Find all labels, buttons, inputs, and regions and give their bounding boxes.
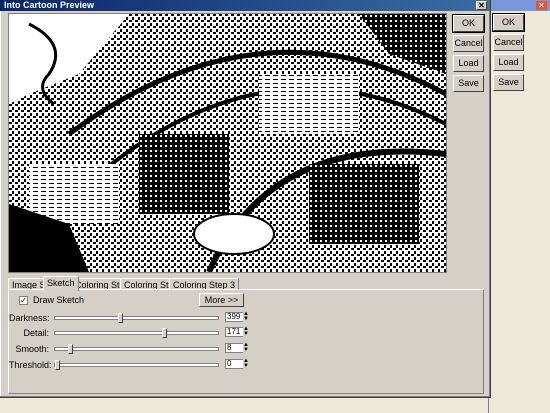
- load-button[interactable]: Load: [453, 55, 484, 72]
- close-icon[interactable]: ✕: [476, 1, 487, 10]
- background-cancel-button[interactable]: Cancel: [493, 34, 524, 51]
- darkness-slider[interactable]: [54, 313, 219, 323]
- darkness-spin-arrows[interactable]: ▲ ▼: [243, 311, 249, 322]
- save-button[interactable]: Save: [453, 75, 484, 92]
- sketch-tab-panel: ✓ Draw Sketch More >> Darkness: 399 ▲ ▼ D…: [8, 289, 484, 394]
- smooth-label: Smooth:: [15, 344, 49, 354]
- draw-sketch-checkbox[interactable]: ✓: [19, 296, 28, 305]
- threshold-slider-thumb[interactable]: [55, 360, 60, 370]
- preview-window: Into Cartoon Preview ✕ OK Cancel Load Sa…: [0, 0, 491, 398]
- cartoon-preview-image[interactable]: [8, 13, 447, 273]
- background-ok-button[interactable]: OK: [492, 13, 525, 32]
- detail-slider-thumb[interactable]: [162, 328, 167, 338]
- threshold-spin-down-icon[interactable]: ▼: [243, 363, 249, 369]
- threshold-slider[interactable]: [54, 360, 219, 370]
- sketch-preview-graphic: [9, 14, 446, 272]
- tab-sketch[interactable]: Sketch: [43, 276, 79, 291]
- background-save-button[interactable]: Save: [493, 74, 524, 91]
- smooth-slider[interactable]: [54, 344, 219, 354]
- detail-slider[interactable]: [54, 328, 219, 338]
- background-button-panel: OK Cancel Load Save: [488, 12, 550, 413]
- darkness-spin-down-icon[interactable]: ▼: [243, 316, 249, 322]
- threshold-spin-arrows[interactable]: ▲ ▼: [243, 358, 249, 369]
- smooth-slider-thumb[interactable]: [68, 344, 73, 354]
- titlebar: Into Cartoon Preview ✕: [0, 0, 490, 11]
- draw-sketch-label: Draw Sketch: [33, 295, 85, 305]
- ok-button[interactable]: OK: [452, 14, 485, 33]
- darkness-slider-thumb[interactable]: [118, 313, 123, 323]
- background-load-button[interactable]: Load: [493, 54, 524, 71]
- detail-label: Detail:: [23, 328, 49, 338]
- threshold-label: Threshold:: [9, 360, 52, 370]
- detail-spin-down-icon[interactable]: ▼: [243, 331, 249, 337]
- darkness-label: Darkness:: [9, 313, 50, 323]
- smooth-spin-arrows[interactable]: ▲ ▼: [243, 342, 249, 353]
- detail-spin-arrows[interactable]: ▲ ▼: [243, 326, 249, 337]
- more-button[interactable]: More >>: [199, 293, 244, 307]
- cancel-button[interactable]: Cancel: [453, 35, 484, 52]
- window-title: Into Cartoon Preview: [4, 0, 95, 10]
- background-close-icon[interactable]: ✕: [536, 1, 547, 10]
- smooth-spin-down-icon[interactable]: ▼: [243, 347, 249, 353]
